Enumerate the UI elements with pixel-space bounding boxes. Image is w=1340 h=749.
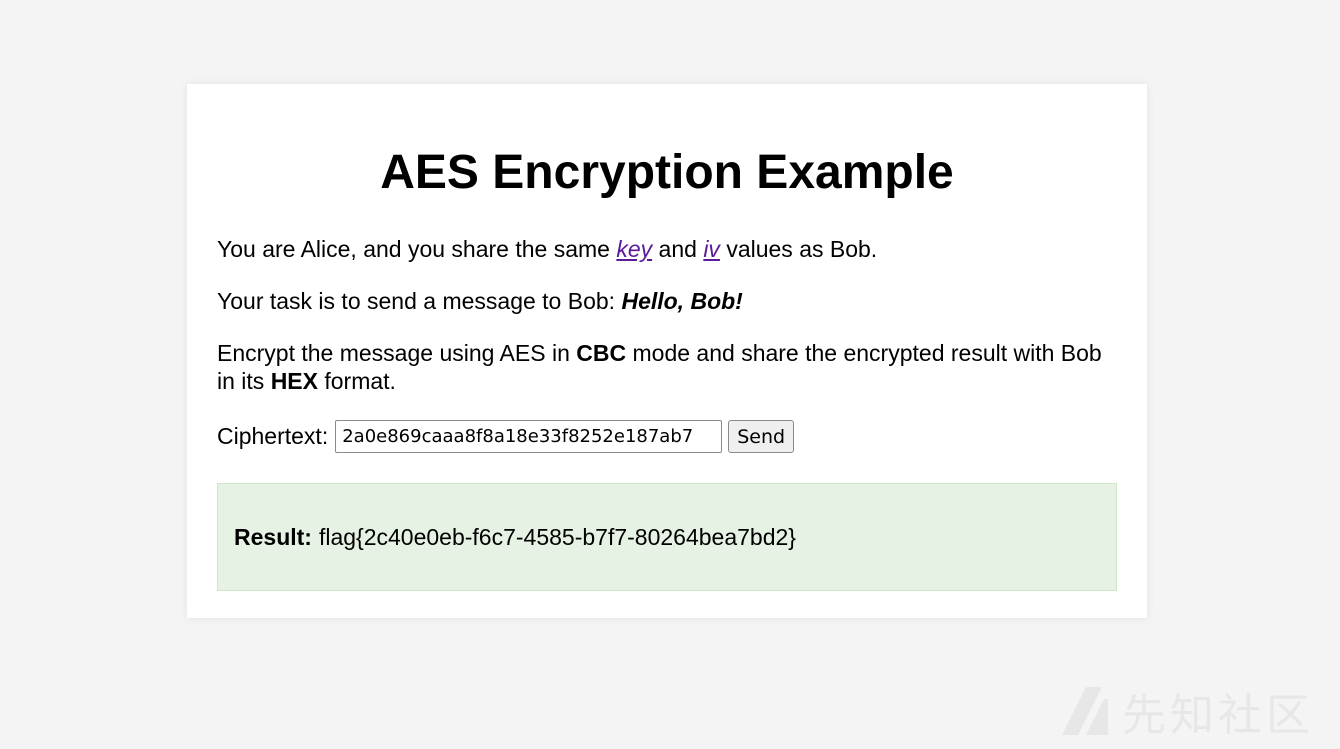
instruction-text-post: format. [317, 368, 396, 394]
task-message: Hello, Bob! [621, 288, 743, 314]
watermark-text: 先知社区 [1122, 690, 1314, 741]
main-card: AES Encryption Example You are Alice, an… [187, 84, 1147, 618]
watermark: 先知社区 [1056, 679, 1314, 743]
cipher-form: Ciphertext: Send [217, 420, 1117, 453]
format-text: HEX [270, 368, 318, 394]
task-text: Your task is to send a message to Bob: [217, 288, 622, 314]
result-label: Result: [234, 523, 312, 550]
intro-line: You are Alice, and you share the same ke… [217, 235, 1117, 263]
page-title: AES Encryption Example [380, 146, 954, 199]
key-link[interactable]: key [616, 236, 652, 262]
intro-text-pre: You are Alice, and you share the same [217, 236, 617, 262]
iv-link[interactable]: iv [703, 236, 720, 262]
send-button[interactable]: Send [728, 420, 795, 453]
result-value: flag{2c40e0eb-f6c7-4585-b7f7-80264bea7bd… [318, 523, 796, 550]
ciphertext-input[interactable] [335, 420, 723, 453]
xianzhi-logo-icon [1062, 687, 1108, 735]
intro-text-mid: and [652, 236, 704, 262]
mode-text: CBC [576, 340, 627, 366]
instruction-line: Encrypt the message using AES in CBC mod… [217, 339, 1117, 395]
result-box: Result: flag{2c40e0eb-f6c7-4585-b7f7-802… [217, 483, 1117, 591]
ciphertext-label: Ciphertext: [217, 423, 329, 449]
task-line: Your task is to send a message to Bob: H… [217, 287, 1117, 315]
intro-text-post: values as Bob. [719, 236, 878, 262]
instruction-text-pre: Encrypt the message using AES in [217, 340, 577, 366]
